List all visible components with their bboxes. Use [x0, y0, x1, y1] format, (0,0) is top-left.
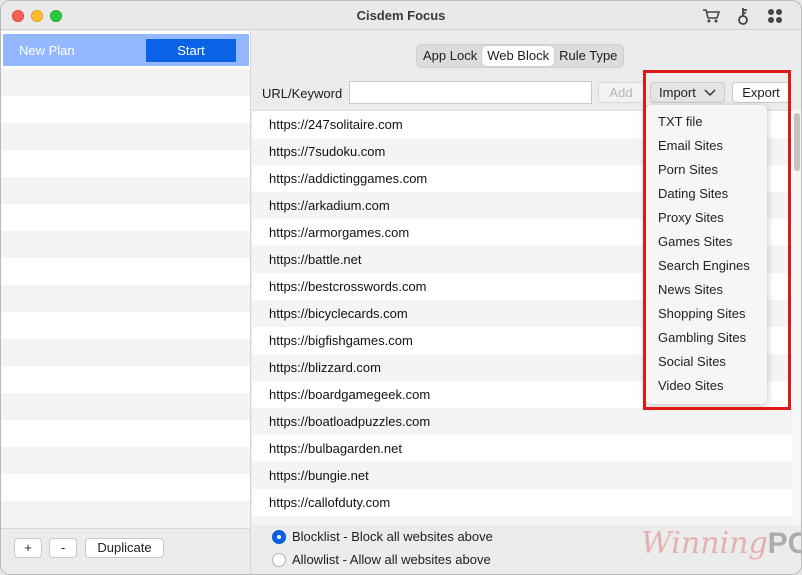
scroll-thumb[interactable] [794, 113, 800, 171]
list-item[interactable]: https://bungie.net [252, 462, 792, 489]
watermark-part-winning: Winning [641, 526, 768, 561]
list-item [252, 516, 792, 525]
add-url-button[interactable]: Add [598, 82, 644, 103]
allowlist-radio[interactable] [272, 552, 286, 567]
blocklist-option[interactable]: Blocklist - Block all websites above [272, 529, 493, 544]
url-keyword-label: URL/Keyword [262, 86, 343, 101]
window-title: Cisdem Focus [356, 8, 446, 23]
app-window: Cisdem Focus New Plan Start + - Duplicat… [0, 0, 802, 575]
list-scrollbar[interactable] [792, 110, 801, 525]
mode-tabs: App Lock Web Block Rule Type [416, 44, 625, 68]
tab-rule-type[interactable]: Rule Type [554, 46, 622, 66]
apps-grid-icon[interactable] [766, 7, 784, 25]
plan-list-empty [1, 69, 250, 528]
highlight-box [643, 70, 791, 410]
allowlist-label: Allowlist - Allow all websites above [292, 552, 491, 567]
watermark-part-pc: PC [767, 527, 801, 560]
sidebar-toolbar: + - Duplicate [1, 528, 250, 574]
allowlist-option[interactable]: Allowlist - Allow all websites above [272, 552, 491, 567]
remove-plan-button[interactable]: - [49, 538, 77, 558]
blocklist-label: Blocklist - Block all websites above [292, 529, 493, 544]
tab-web-block[interactable]: Web Block [482, 46, 555, 66]
plan-name: New Plan [19, 43, 75, 58]
blocklist-radio[interactable] [272, 529, 286, 544]
list-item[interactable]: https://callofduty.com [252, 489, 792, 516]
plan-item-new-plan[interactable]: New Plan Start [3, 34, 249, 66]
url-keyword-input[interactable] [349, 81, 592, 104]
cart-icon[interactable] [702, 7, 720, 25]
duplicate-plan-button[interactable]: Duplicate [85, 538, 164, 558]
watermark: WinningPC [641, 526, 801, 561]
start-button[interactable]: Start [146, 39, 236, 62]
plan-sidebar: New Plan Start + - Duplicate [1, 31, 251, 574]
add-plan-button[interactable]: + [14, 538, 42, 558]
list-item[interactable]: https://bulbagarden.net [252, 435, 792, 462]
key-icon[interactable] [734, 7, 752, 25]
tab-app-lock[interactable]: App Lock [418, 46, 482, 66]
list-item[interactable]: https://boatloadpuzzles.com [252, 408, 792, 435]
title-bar: Cisdem Focus [1, 1, 801, 30]
